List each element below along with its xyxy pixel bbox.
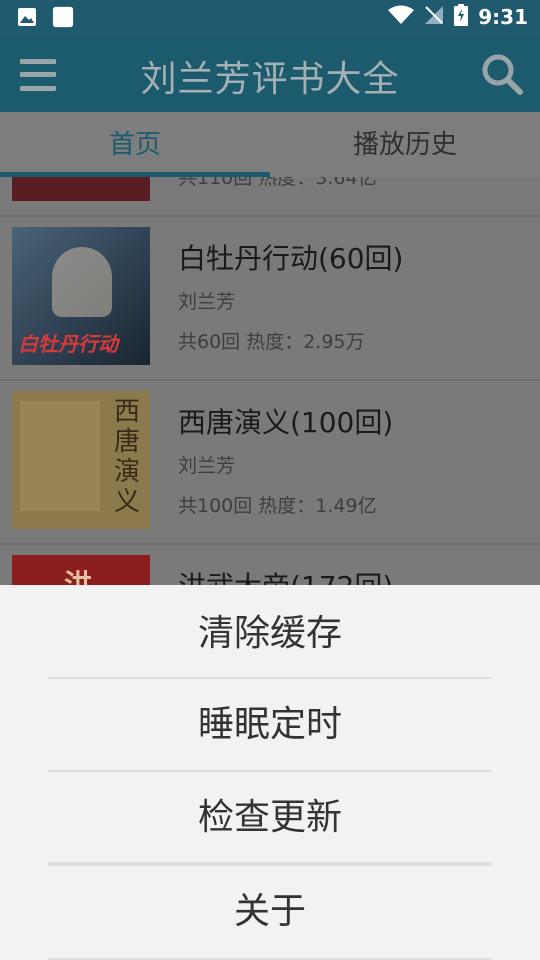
clear-cache-button[interactable]: 清除缓存 (0, 588, 540, 680)
status-right: 9:31 (388, 4, 528, 30)
book-meta: 共110回 热度：3.64亿 (178, 177, 377, 189)
search-icon[interactable] (480, 52, 524, 96)
tab-bar: 首页 播放历史 (0, 112, 540, 178)
app-notification-icon (52, 6, 74, 28)
book-title: 西唐演义(100回) (178, 406, 394, 439)
list-item[interactable]: 白牡丹行动 白牡丹行动(60回) 刘兰芳 共60回 热度：2.95万 (0, 215, 540, 381)
app-bar: 刘兰芳评书大全 (0, 36, 540, 112)
book-cover: 白牡丹行动 (12, 227, 150, 365)
status-time: 9:31 (478, 5, 528, 29)
book-cover: 洪 (12, 555, 150, 585)
cover-title: 西唐演义 (114, 397, 141, 517)
bottom-sheet-menu: 清除缓存 睡眠定时 检查更新 关于 (0, 585, 540, 960)
wifi-icon (388, 5, 415, 29)
book-cover (12, 177, 150, 201)
tab-home[interactable]: 首页 (0, 112, 270, 178)
cover-title: 洪 (64, 568, 93, 585)
book-meta: 共60回 热度：2.95万 (178, 331, 365, 353)
book-title: 白牡丹行动(60回) (178, 242, 404, 275)
tab-play-history[interactable]: 播放历史 (270, 112, 540, 178)
sleep-timer-button[interactable]: 睡眠定时 (0, 679, 540, 771)
status-bar: 9:31 (0, 0, 540, 36)
book-list[interactable]: 共110回 热度：3.64亿 白牡丹行动 白牡丹行动(60回) 刘兰芳 共60回… (0, 177, 540, 585)
list-item[interactable]: 洪 洪武大帝(172回) (0, 543, 540, 585)
check-update-button[interactable]: 检查更新 (0, 772, 540, 864)
app-title: 刘兰芳评书大全 (140, 59, 400, 100)
status-left (16, 6, 74, 28)
book-cover: 西唐演义 (12, 391, 150, 529)
image-notification-icon (16, 6, 38, 28)
list-item[interactable]: 共110回 热度：3.64亿 (0, 177, 540, 217)
book-author: 刘兰芳 (178, 291, 236, 313)
cover-title: 白牡丹行动 (18, 332, 118, 356)
about-button[interactable]: 关于 (0, 866, 540, 958)
list-item[interactable]: 西唐演义 西唐演义(100回) 刘兰芳 共100回 热度：1.49亿 (0, 379, 540, 545)
no-signal-icon (424, 5, 444, 29)
book-title: 洪武大帝(172回) (178, 565, 393, 585)
book-meta: 共100回 热度：1.49亿 (178, 495, 377, 517)
book-author: 刘兰芳 (178, 455, 236, 477)
battery-charging-icon (454, 4, 469, 30)
